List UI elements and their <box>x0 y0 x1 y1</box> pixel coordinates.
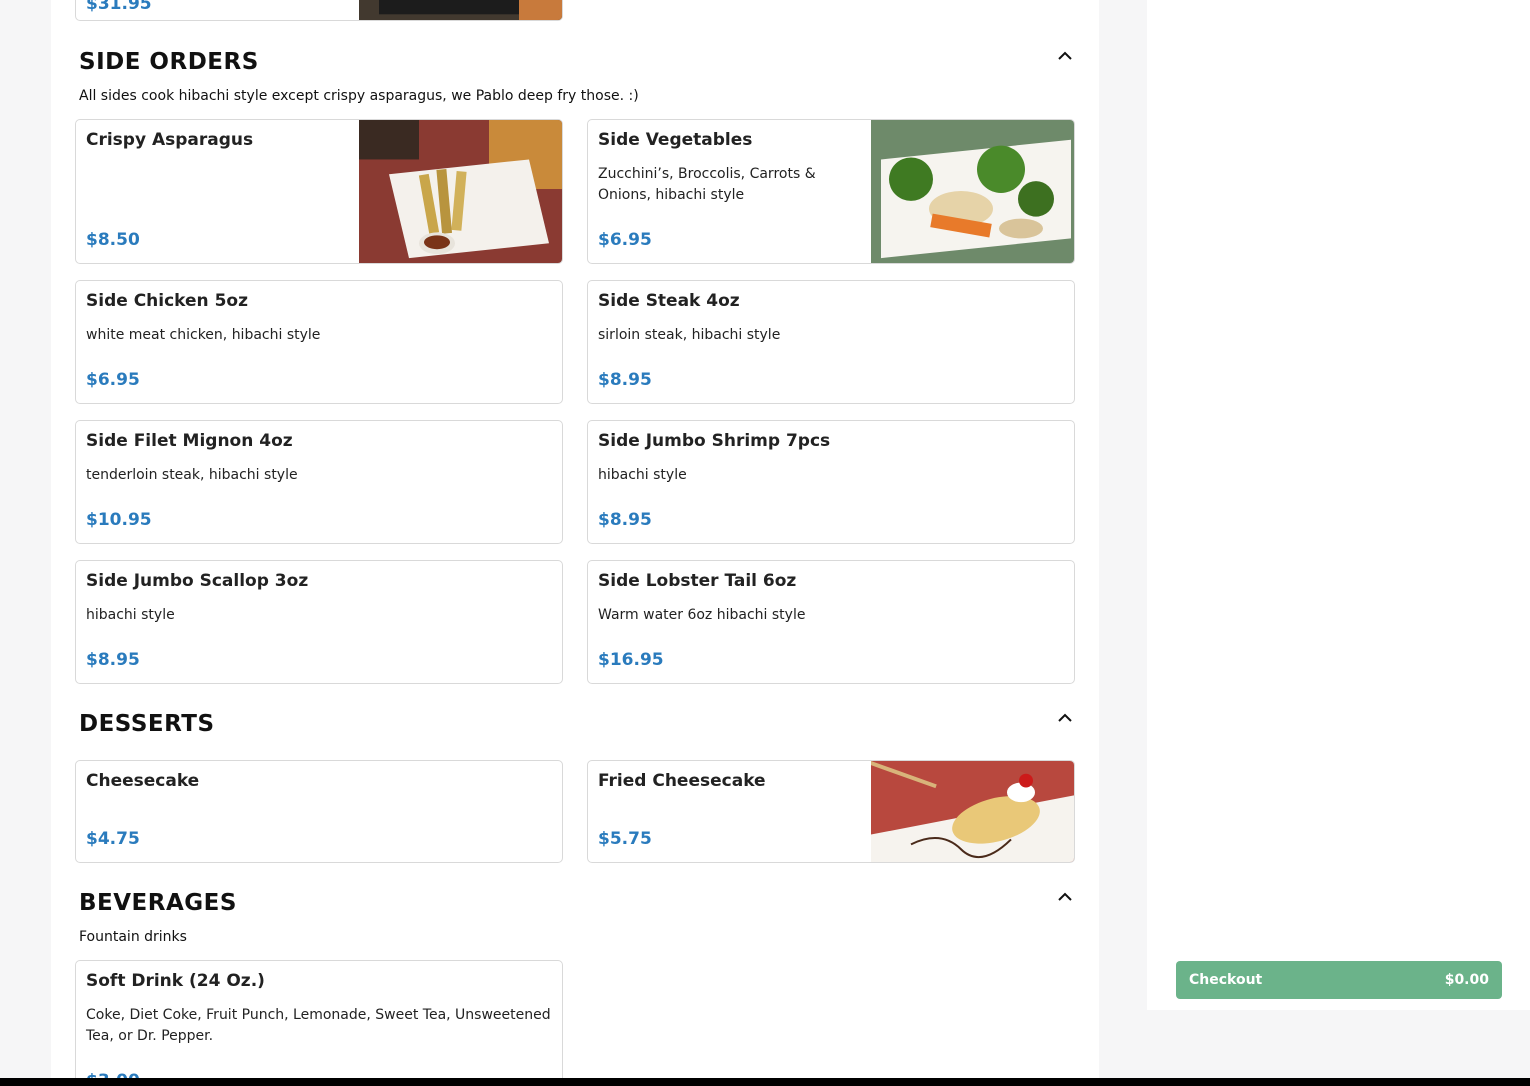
section-description-side-orders: All sides cook hibachi style except cris… <box>79 88 639 104</box>
item-description: tenderloin steak, hibachi style <box>86 467 298 483</box>
item-name: Side Vegetables <box>598 130 753 150</box>
item-name: Side Steak 4oz <box>598 291 740 311</box>
item-price: $4.75 <box>86 829 140 849</box>
menu-panel: $31.95 SIDE ORDERS All sides cook hibach… <box>51 0 1099 1086</box>
menu-item-card[interactable]: Side Jumbo Shrimp 7pcs hibachi style $8.… <box>587 420 1075 544</box>
section-title-desserts: DESSERTS <box>79 711 215 737</box>
bottom-bar <box>0 1078 1530 1086</box>
item-description: Zucchini’s, Broccolis, Carrots & Onions,… <box>598 166 816 203</box>
item-name: Side Chicken 5oz <box>86 291 248 311</box>
section-title-beverages: BEVERAGES <box>79 890 237 916</box>
item-description: white meat chicken, hibachi style <box>86 327 321 343</box>
item-price: $8.50 <box>86 230 140 250</box>
item-price: $8.95 <box>598 510 652 530</box>
item-description: hibachi style <box>86 607 175 623</box>
section-description-beverages: Fountain drinks <box>79 929 187 945</box>
menu-item-card[interactable]: Side Jumbo Scallop 3oz hibachi style $8.… <box>75 560 563 684</box>
food-photo <box>359 120 562 263</box>
item-price: $8.95 <box>598 370 652 390</box>
checkout-label: Checkout <box>1189 972 1263 988</box>
food-photo <box>359 0 562 20</box>
item-description: Warm water 6oz hibachi style <box>598 607 806 623</box>
chevron-up-icon[interactable] <box>1057 889 1073 905</box>
menu-item-card-partial[interactable]: $31.95 <box>75 0 563 21</box>
menu-item-card[interactable]: Side Filet Mignon 4oz tenderloin steak, … <box>75 420 563 544</box>
item-name: Soft Drink (24 Oz.) <box>86 971 265 991</box>
menu-item-card[interactable]: Side Vegetables Zucchini’s, Broccolis, C… <box>587 119 1075 264</box>
item-name: Side Lobster Tail 6oz <box>598 571 797 591</box>
item-price: $6.95 <box>598 230 652 250</box>
menu-item-card[interactable]: Side Steak 4oz sirloin steak, hibachi st… <box>587 280 1075 404</box>
item-price: $10.95 <box>86 510 152 530</box>
item-name: Side Jumbo Shrimp 7pcs <box>598 431 831 451</box>
item-description: hibachi style <box>598 467 687 483</box>
item-name: Cheesecake <box>86 771 200 791</box>
item-price: $16.95 <box>598 650 664 670</box>
food-photo <box>871 120 1074 263</box>
item-price: $6.95 <box>86 370 140 390</box>
food-photo <box>871 761 1074 862</box>
chevron-up-icon[interactable] <box>1057 48 1073 64</box>
item-name: Side Filet Mignon 4oz <box>86 431 293 451</box>
item-price: $31.95 <box>86 0 152 14</box>
menu-item-card[interactable]: Side Lobster Tail 6oz Warm water 6oz hib… <box>587 560 1075 684</box>
item-name: Crispy Asparagus <box>86 130 254 150</box>
menu-item-card[interactable]: Fried Cheesecake $5.75 <box>587 760 1075 863</box>
item-name: Fried Cheesecake <box>598 771 766 791</box>
menu-item-card[interactable]: Side Chicken 5oz white meat chicken, hib… <box>75 280 563 404</box>
menu-item-card[interactable]: Crispy Asparagus $8.50 <box>75 119 563 264</box>
item-price: $8.95 <box>86 650 140 670</box>
menu-item-card[interactable]: Cheesecake $4.75 <box>75 760 563 863</box>
section-title-side-orders: SIDE ORDERS <box>79 49 259 75</box>
cart-sidebar: Checkout $0.00 <box>1147 0 1530 1010</box>
menu-item-card[interactable]: Soft Drink (24 Oz.) Coke, Diet Coke, Fru… <box>75 960 563 1086</box>
checkout-button[interactable]: Checkout $0.00 <box>1176 961 1502 999</box>
item-description: Coke, Diet Coke, Fruit Punch, Lemonade, … <box>86 1007 551 1044</box>
cart-total: $0.00 <box>1444 972 1489 988</box>
item-price: $5.75 <box>598 829 652 849</box>
item-description: sirloin steak, hibachi style <box>598 327 781 343</box>
chevron-up-icon[interactable] <box>1057 710 1073 726</box>
page: $31.95 SIDE ORDERS All sides cook hibach… <box>0 0 1530 1086</box>
item-name: Side Jumbo Scallop 3oz <box>86 571 309 591</box>
